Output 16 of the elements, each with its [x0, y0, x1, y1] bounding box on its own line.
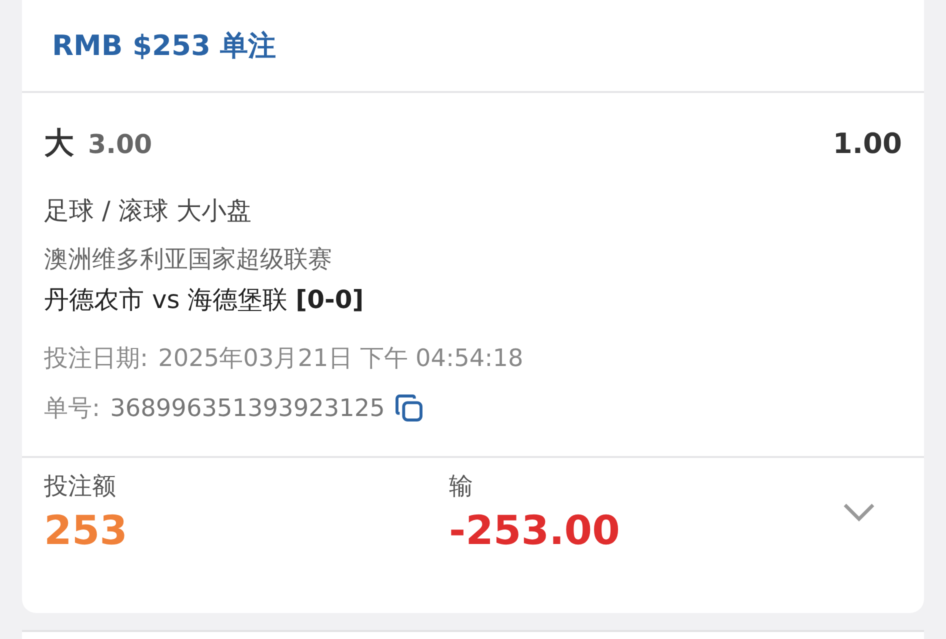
selection: 大	[44, 126, 74, 161]
line-value: 3.00	[88, 130, 152, 160]
market: 足球 / 滚球 大小盘	[44, 195, 252, 227]
stake-amount: 253	[44, 508, 128, 554]
ticket-number: 368996351393923125	[110, 394, 385, 422]
bet-title: RMB $253 单注	[52, 28, 276, 64]
match: 丹德农市 vs 海德堡联 [0-0]	[44, 284, 365, 316]
result-label: 输	[449, 471, 473, 502]
ticket-label: 单号:	[44, 393, 100, 424]
result-amount: -253.00	[449, 508, 620, 554]
copy-icon[interactable]	[392, 392, 425, 424]
date-label: 投注日期:	[44, 343, 148, 374]
odds: 1.00	[832, 127, 902, 160]
bet-date: 2025年03月21日 下午 04:54:18	[158, 343, 524, 374]
stake-label: 投注额	[44, 471, 116, 502]
league: 澳洲维多利亚国家超级联赛	[44, 244, 333, 275]
